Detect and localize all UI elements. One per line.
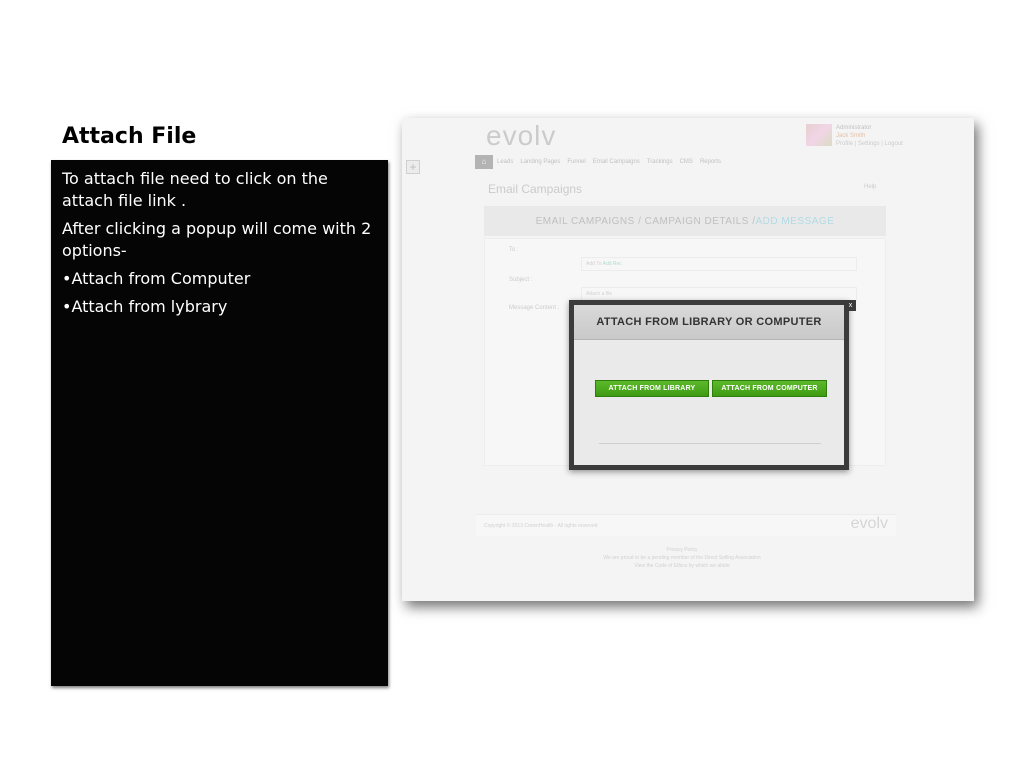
main-nav: ⌂ Leads Landing Pages Funnel Email Campa… bbox=[475, 155, 895, 169]
admin-links[interactable]: Profile | Settings | Logout bbox=[836, 140, 903, 148]
attach-from-library-button[interactable]: ATTACH FROM LIBRARY bbox=[595, 380, 709, 397]
breadcrumb-path[interactable]: EMAIL CAMPAIGNS / CAMPAIGN DETAILS / bbox=[536, 216, 756, 227]
nav-item-funnel[interactable]: Funnel bbox=[567, 159, 585, 165]
breadcrumb: EMAIL CAMPAIGNS / CAMPAIGN DETAILS / ADD… bbox=[484, 206, 886, 236]
slide-title: Attach File bbox=[62, 124, 197, 149]
modal-title: ATTACH FROM LIBRARY OR COMPUTER bbox=[574, 305, 844, 340]
to-field[interactable]: Add To Add Rec bbox=[581, 257, 857, 271]
bullet-attach-library: •Attach from lybrary bbox=[62, 297, 228, 316]
bottom-links: Privacy Policy We are proud to be a pend… bbox=[552, 546, 812, 570]
nav-item-landing-pages[interactable]: Landing Pages bbox=[520, 159, 560, 165]
add-button[interactable]: + bbox=[406, 160, 420, 174]
nav-item-reports[interactable]: Reports bbox=[700, 159, 721, 165]
privacy-policy-link[interactable]: Privacy Policy bbox=[552, 546, 812, 554]
help-link[interactable]: Help bbox=[864, 184, 876, 190]
page-footer: Copyright © 2013 CrownHealth - All right… bbox=[476, 514, 896, 536]
to-field-link[interactable]: Add Rec bbox=[603, 261, 622, 267]
admin-user-link[interactable]: Jack Smith bbox=[836, 132, 903, 140]
breadcrumb-current: ADD MESSAGE bbox=[755, 215, 835, 227]
app-screenshot: evolv Administrator Jack Smith Profile |… bbox=[402, 118, 974, 601]
page-title: Email Campaigns bbox=[488, 182, 583, 196]
modal-divider bbox=[599, 443, 821, 444]
avatar bbox=[806, 124, 832, 146]
home-icon[interactable]: ⌂ bbox=[475, 155, 493, 169]
subject-label: Subject : bbox=[509, 277, 533, 283]
to-label: To : bbox=[509, 247, 519, 253]
close-icon[interactable]: x bbox=[845, 300, 856, 311]
instruction-text-2: After clicking a popup will come with 2 … bbox=[62, 219, 372, 260]
nav-item-trackings[interactable]: Trackings bbox=[647, 159, 673, 165]
attach-modal: ATTACH FROM LIBRARY OR COMPUTER x ATTACH… bbox=[569, 300, 856, 470]
footer-copyright: Copyright © 2013 CrownHealth - All right… bbox=[484, 523, 598, 529]
bullet-attach-computer: •Attach from Computer bbox=[62, 269, 251, 288]
instruction-text-1: To attach file need to click on the atta… bbox=[62, 169, 328, 210]
nav-item-leads[interactable]: Leads bbox=[497, 159, 513, 165]
nav-item-email-campaigns[interactable]: Email Campaigns bbox=[593, 159, 640, 165]
evolv-logo: evolv bbox=[486, 120, 557, 151]
subject-field[interactable]: Attach a file bbox=[581, 287, 857, 301]
to-field-prefix: Add To bbox=[586, 261, 602, 267]
ethics-link[interactable]: View the Code of Ethics by which we abid… bbox=[552, 562, 812, 570]
footer-logo: evolv bbox=[850, 515, 888, 532]
dsa-text: We are proud to be a pending member of t… bbox=[603, 555, 761, 561]
nav-item-cms[interactable]: CMS bbox=[680, 159, 693, 165]
notes-panel: To attach file need to click on the atta… bbox=[51, 160, 388, 686]
admin-info: Administrator Jack Smith Profile | Setti… bbox=[836, 124, 903, 148]
attach-from-computer-button[interactable]: ATTACH FROM COMPUTER bbox=[712, 380, 827, 397]
admin-role: Administrator bbox=[836, 125, 872, 131]
message-content-label: Message Content : bbox=[509, 305, 560, 311]
